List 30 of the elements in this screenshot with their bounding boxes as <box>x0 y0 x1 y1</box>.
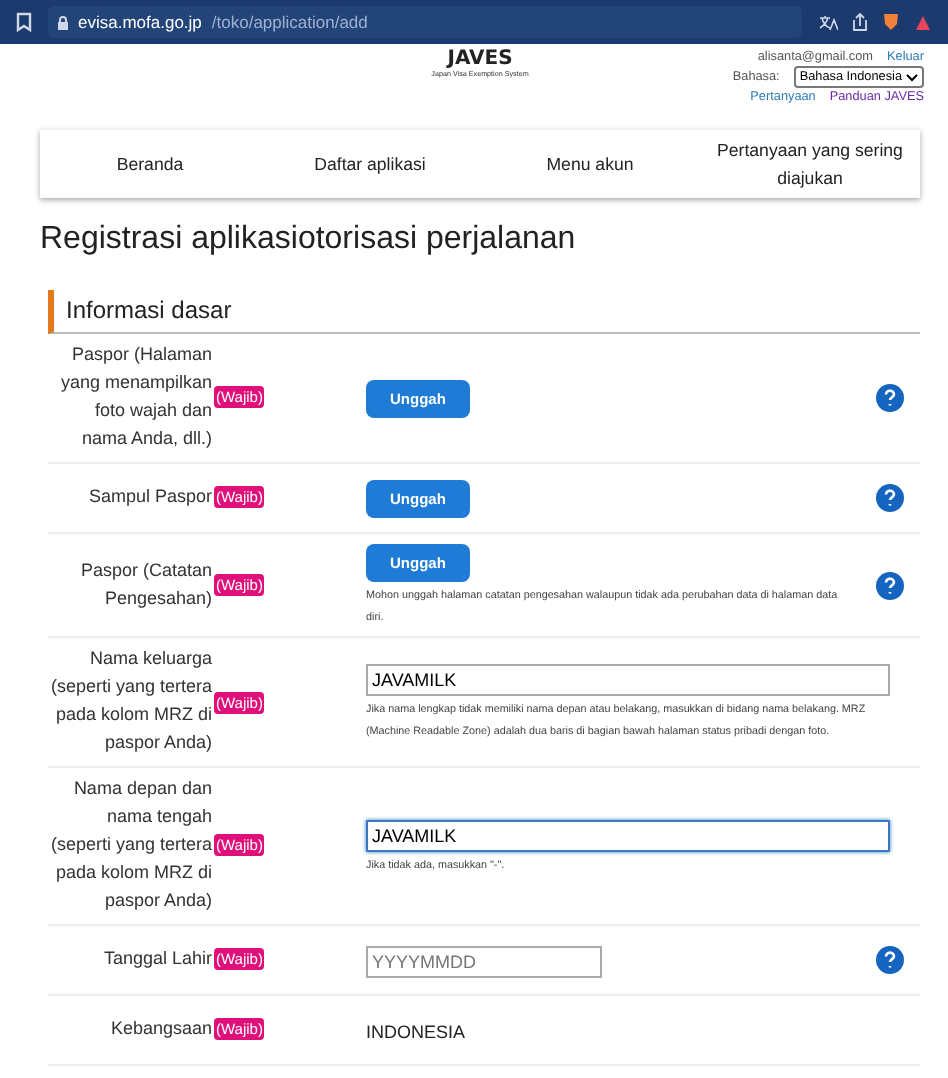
field-label: Nama keluarga (seperti yang tertera pada kolom MRZ di paspor Anda) <box>48 646 212 757</box>
field-label: Paspor (Catatan Pengesahan) <box>78 557 212 612</box>
triangle-icon[interactable] <box>914 13 932 31</box>
translate-icon[interactable] <box>818 13 838 31</box>
help-icon[interactable] <box>876 945 904 974</box>
field-label: Nama depan dan nama tengah (seperti yang tertera pada kolom MRZ di paspor Anda) <box>48 776 212 914</box>
site-logo[interactable]: JAVES <box>400 48 560 70</box>
date-field[interactable]: YYYYMMDD <box>366 945 602 978</box>
nav-item[interactable]: Daftar aplikasi <box>260 149 480 179</box>
nav-item[interactable]: Pertanyaan yang sering diajukan <box>700 135 920 193</box>
text-field[interactable]: JAVAMILK <box>366 819 890 852</box>
help-icon[interactable] <box>876 571 904 600</box>
section-title: Informasi dasar <box>66 296 232 324</box>
field-value: INDONESIA <box>366 1021 466 1042</box>
bookmark-icon[interactable] <box>16 12 32 32</box>
shield-icon[interactable] <box>882 12 900 32</box>
field-label: Tanggal Lahir <box>101 945 212 972</box>
field-label: Paspor (Halaman yang menampilkan foto wajah dan nama Anda, dll.) <box>58 342 212 452</box>
page-title: Registrasi aplikasiotorisasi perjalanan <box>40 222 578 258</box>
lock-icon <box>58 15 68 29</box>
chevron-icon <box>906 73 918 81</box>
help-icon[interactable] <box>876 483 904 512</box>
text-field[interactable]: JAVAMILK <box>366 664 890 697</box>
share-icon[interactable] <box>852 12 868 32</box>
field-label: Sampul Paspor <box>86 483 212 510</box>
address-field[interactable]: evisa.mofa.go.jp /toko/application/add <box>48 6 802 38</box>
nav-item[interactable]: Beranda <box>40 149 260 179</box>
help-icon[interactable] <box>876 383 904 412</box>
field-label: Kebangsaan <box>108 1015 212 1042</box>
nav-item[interactable]: Menu akun <box>480 149 700 179</box>
